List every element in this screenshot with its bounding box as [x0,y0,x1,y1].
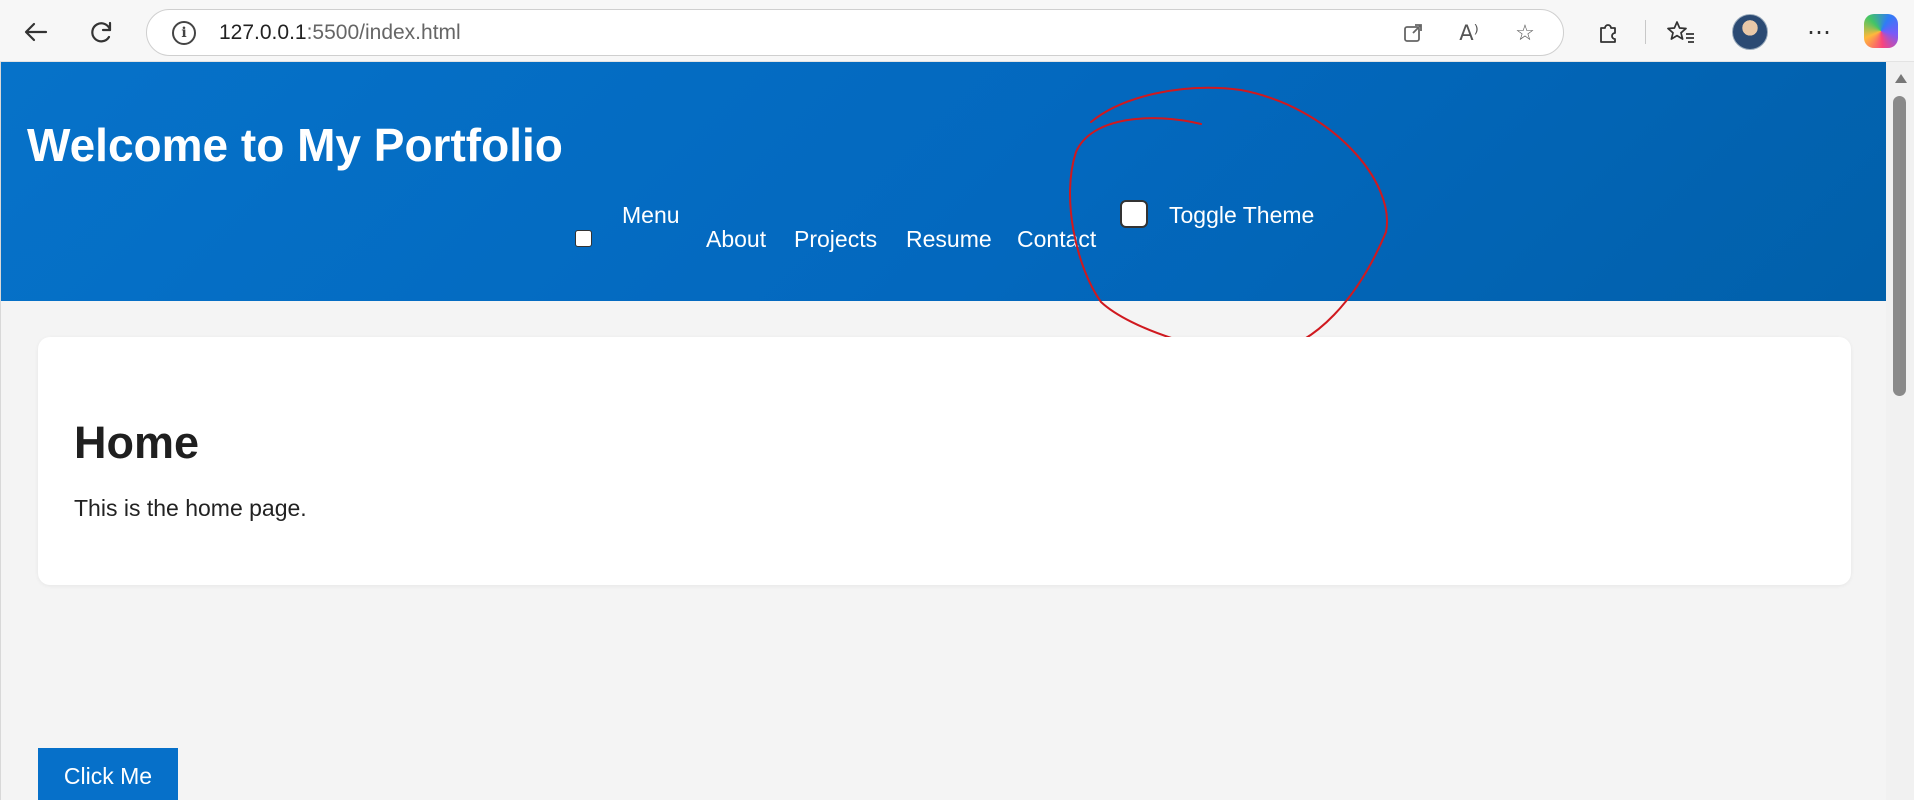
refresh-button[interactable] [84,14,120,50]
site-info-icon[interactable]: i [172,21,196,45]
back-arrow-icon [24,22,48,42]
more-options-icon[interactable]: ⋯ [1801,14,1837,50]
click-me-button[interactable]: Click Me [38,748,178,800]
site-header: Welcome to My Portfolio Menu About Proje… [1,62,1886,301]
url-host: 127.0.0.1 [219,21,307,44]
home-heading: Home [74,417,200,468]
back-button[interactable] [18,14,54,50]
page-viewport: Welcome to My Portfolio Menu About Proje… [0,62,1886,800]
home-text: This is the home page. [74,495,307,521]
scroll-thumb[interactable] [1893,96,1906,396]
read-aloud-icon[interactable]: A⁾ [1455,19,1483,47]
open-in-app-icon[interactable] [1399,19,1427,47]
theme-toggle-checkbox[interactable] [1120,200,1148,228]
home-card: Home This is the home page. [38,337,1851,585]
nav-link-projects[interactable]: Projects [794,226,877,253]
url-path: :5500/index.html [306,21,461,44]
browser-toolbar: i 127.0.0.1:5500/index.html A⁾ ☆ ⋯ [0,0,1914,62]
extensions-icon[interactable] [1590,14,1626,50]
copilot-icon[interactable] [1864,14,1898,48]
scroll-up-arrow-icon[interactable] [1895,74,1907,83]
profile-avatar[interactable] [1732,14,1768,50]
url-text: 127.0.0.1:5500/index.html [219,21,461,45]
nav-link-resume[interactable]: Resume [906,226,992,253]
nav-link-about[interactable]: About [706,226,766,253]
theme-toggle-label: Toggle Theme [1169,202,1315,228]
menu-toggle-checkbox[interactable] [575,230,592,247]
favorite-star-icon[interactable]: ☆ [1511,19,1539,47]
site-title: Welcome to My Portfolio [27,119,563,171]
nav-link-contact[interactable]: Contact [1017,226,1096,253]
address-bar[interactable]: i 127.0.0.1:5500/index.html A⁾ ☆ [146,9,1564,56]
menu-label: Menu [622,202,680,228]
toolbar-separator [1645,20,1646,44]
refresh-icon [91,21,112,43]
vertical-scrollbar[interactable] [1886,62,1914,800]
favorites-icon[interactable] [1663,14,1699,50]
